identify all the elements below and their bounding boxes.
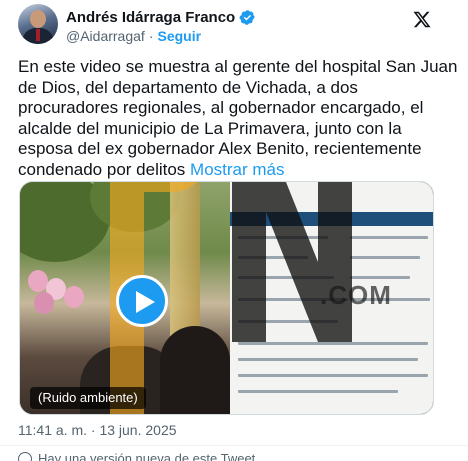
new-version-notice[interactable]: Hay una versión nueva de este Tweet — [18, 451, 255, 461]
play-button[interactable] — [116, 275, 168, 327]
document-line — [350, 236, 428, 239]
balloon-shape — [64, 286, 84, 308]
watermark-com-text: .COM — [320, 280, 392, 310]
separator-dot: · — [148, 28, 154, 44]
author-handle-row: @Aidarragaf · Seguir — [66, 28, 201, 44]
tweet-card: Andrés Idárraga Franco @Aidarragaf · Seg… — [0, 0, 468, 461]
divider — [0, 445, 468, 446]
document-line — [350, 276, 410, 279]
video-player[interactable]: .COM (Ruido ambiente) — [19, 181, 434, 415]
audio-caption-badge: (Ruido ambiente) — [30, 387, 146, 409]
balloon-shape — [34, 292, 54, 314]
author-handle[interactable]: @Aidarragaf — [66, 28, 145, 44]
new-version-text: Hay una versión nueva de este Tweet — [38, 451, 256, 461]
tweet-timestamp[interactable]: 11:41 a. m. · 13 jun. 2025 — [18, 422, 177, 438]
author-name-row: Andrés Idárraga Franco — [66, 8, 256, 26]
document-line — [238, 342, 428, 345]
author-name[interactable]: Andrés Idárraga Franco — [66, 9, 235, 26]
document-line — [238, 390, 398, 393]
balloon-shape — [28, 270, 48, 292]
info-circle-icon — [18, 451, 32, 461]
x-logo-icon[interactable] — [412, 10, 432, 29]
follow-button[interactable]: Seguir — [157, 28, 201, 44]
show-more-link[interactable]: Mostrar más — [190, 160, 284, 179]
avatar[interactable] — [18, 4, 58, 44]
play-icon — [136, 291, 155, 313]
document-line — [238, 358, 418, 361]
tweet-text: En este video se muestra al gerente del … — [18, 57, 458, 180]
watermark-n-logo — [232, 182, 352, 342]
avatar-tie — [36, 29, 40, 41]
avatar-face — [30, 10, 46, 28]
verified-badge-icon — [239, 9, 255, 25]
document-line — [238, 374, 428, 377]
document-line — [350, 256, 420, 259]
